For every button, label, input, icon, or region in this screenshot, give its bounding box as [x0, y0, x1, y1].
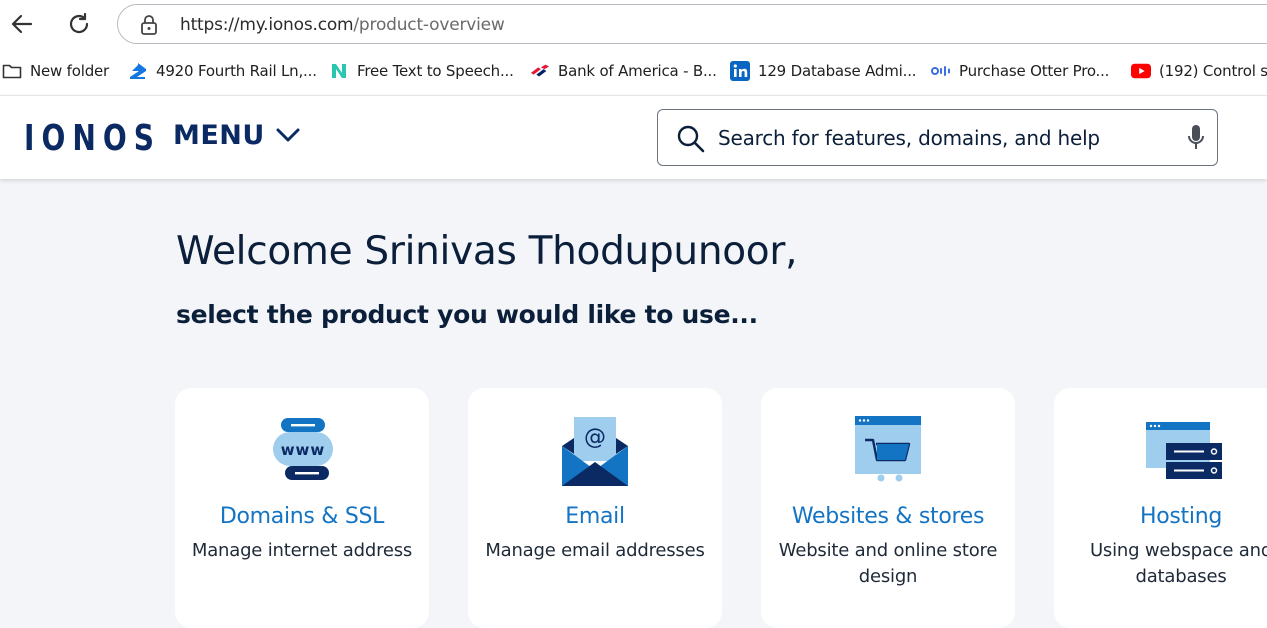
- arrow-left-icon: [11, 14, 33, 34]
- otter-icon: [931, 61, 951, 81]
- menu-button[interactable]: MENU: [173, 120, 301, 151]
- bookmark-naturalreader[interactable]: Free Text to Speech...: [329, 59, 514, 83]
- www-badge-text: www: [281, 441, 326, 459]
- product-card-domains[interactable]: www Domains & SSL Manage internet addres…: [175, 388, 429, 628]
- menu-label: MENU: [173, 120, 265, 151]
- ionos-logo[interactable]: IONOS: [24, 118, 161, 159]
- search-input[interactable]: Search for features, domains, and help: [657, 109, 1218, 166]
- product-card-hosting[interactable]: Hosting Using webspace and databases: [1054, 388, 1267, 628]
- product-title: Email: [565, 504, 625, 529]
- lock-icon: [140, 14, 158, 41]
- url-host: https://my.ionos.com: [180, 15, 354, 35]
- browser-toolbar: https://my.ionos.com/product-overview Ne…: [0, 0, 1267, 95]
- bookmark-youtube[interactable]: (192) Control str: [1131, 59, 1267, 83]
- youtube-icon: [1131, 61, 1151, 81]
- product-description: Manage internet address: [191, 540, 413, 561]
- bookmark-label: Bank of America - B...: [558, 62, 717, 80]
- bookmark-zillow[interactable]: 4920 Fourth Rail Ln,...: [128, 59, 317, 83]
- website-cart-icon: [761, 414, 1015, 490]
- bookmark-bank-of-america[interactable]: Bank of America - B...: [530, 59, 717, 83]
- search-icon: [676, 124, 706, 159]
- product-description: Using webspace and databases: [1089, 540, 1267, 587]
- page-subtitle: select the product you would like to use…: [176, 300, 758, 329]
- site-header: IONOS MENU Search for features, domains,…: [0, 95, 1267, 179]
- envelope-icon: @: [468, 414, 722, 490]
- chevron-down-icon: [275, 127, 301, 148]
- welcome-heading: Welcome Srinivas Thodupunoor,: [176, 229, 798, 274]
- bookmark-label: Purchase Otter Pro...: [959, 62, 1110, 80]
- bookmark-new-folder[interactable]: New folder: [2, 59, 109, 83]
- back-button[interactable]: [6, 8, 38, 40]
- linkedin-icon: [730, 61, 750, 81]
- server-icon: [1054, 414, 1267, 490]
- bookmark-label: New folder: [30, 62, 110, 80]
- bank-of-america-icon: [530, 61, 550, 81]
- microphone-icon[interactable]: [1187, 124, 1205, 157]
- product-title: Websites & stores: [791, 504, 985, 529]
- bookmark-label: (192) Control str: [1159, 62, 1267, 80]
- bookmark-label: 129 Database Admi...: [758, 62, 917, 80]
- zillow-icon: [128, 61, 148, 81]
- product-description: Manage email addresses: [485, 540, 705, 561]
- product-title: Domains & SSL: [219, 504, 385, 529]
- bookmark-otter[interactable]: Purchase Otter Pro...: [931, 59, 1109, 83]
- naturalreader-icon: [329, 61, 349, 81]
- product-title: Hosting: [1139, 504, 1222, 529]
- www-domain-icon: www: [175, 414, 429, 490]
- search-placeholder: Search for features, domains, and help: [718, 126, 1100, 150]
- url-path: /product-overview: [353, 15, 505, 35]
- product-card-email[interactable]: @ Email Manage email addresses: [468, 388, 722, 628]
- bookmarks-bar: New folder 4920 Fourth Rail Ln,... Free …: [0, 55, 1267, 87]
- bookmark-linkedin[interactable]: 129 Database Admi...: [730, 59, 917, 83]
- reload-button[interactable]: [63, 8, 95, 40]
- bookmark-label: Free Text to Speech...: [357, 62, 514, 80]
- folder-icon: [2, 61, 22, 81]
- svg-text:@: @: [584, 425, 606, 450]
- url-text: https://my.ionos.com/product-overview: [180, 15, 505, 35]
- reload-icon: [69, 12, 89, 34]
- product-card-websites[interactable]: Websites & stores Website and online sto…: [761, 388, 1015, 628]
- bookmark-label: 4920 Fourth Rail Ln,...: [156, 62, 317, 80]
- address-bar[interactable]: https://my.ionos.com/product-overview: [117, 4, 1267, 44]
- product-description: Website and online store design: [778, 540, 998, 587]
